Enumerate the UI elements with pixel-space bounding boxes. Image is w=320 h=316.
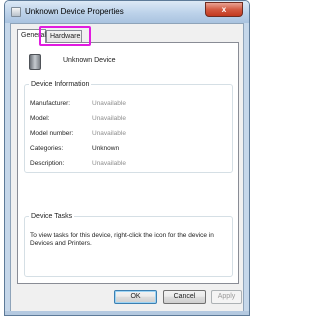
- info-row-categories: Categories: Unknown: [30, 145, 119, 152]
- window-title: Unknown Device Properties: [25, 7, 124, 16]
- close-button[interactable]: x: [205, 2, 243, 17]
- device-tasks-text: To view tasks for this device, right-cli…: [30, 232, 214, 247]
- device-information-legend: Device Information: [31, 81, 90, 88]
- cancel-button[interactable]: Cancel: [163, 290, 206, 304]
- title-bar[interactable]: Unknown Device Properties x: [5, 1, 249, 23]
- info-value: Unavailable: [92, 115, 126, 122]
- ok-button[interactable]: OK: [114, 290, 157, 304]
- info-label: Model number:: [30, 130, 74, 137]
- info-value: Unavailable: [92, 100, 126, 107]
- properties-window: Unknown Device Properties x General Hard…: [4, 0, 250, 316]
- window-bottom-frame: [5, 311, 249, 315]
- info-row-model: Model: Unavailable: [30, 115, 126, 122]
- info-value: Unavailable: [92, 160, 126, 167]
- device-tasks-legend: Device Tasks: [31, 213, 73, 220]
- device-information-group: Device Information Manufacturer: Unavaila…: [24, 81, 233, 173]
- general-tab-page: Unknown Device Device Information Manufa…: [17, 42, 239, 284]
- info-row-description: Description: Unavailable: [30, 160, 126, 167]
- info-label: Manufacturer:: [30, 100, 71, 107]
- info-value: Unknown: [92, 145, 120, 152]
- device-icon: [29, 54, 41, 70]
- dialog-body: General Hardware Unknown Device Device I…: [10, 23, 244, 313]
- info-row-manufacturer: Manufacturer: Unavailable: [30, 100, 126, 107]
- info-value: Unavailable: [92, 130, 126, 137]
- info-label: Categories:: [30, 145, 64, 152]
- device-name: Unknown Device: [63, 57, 116, 64]
- info-row-model-number: Model number: Unavailable: [30, 130, 126, 137]
- hardware-tab-highlight: [39, 26, 91, 46]
- device-window-icon: [11, 7, 21, 17]
- info-label: Model:: [30, 115, 50, 122]
- device-tasks-group: Device Tasks To view tasks for this devi…: [24, 213, 233, 277]
- apply-button[interactable]: Apply: [211, 290, 242, 304]
- info-label: Description:: [30, 160, 65, 167]
